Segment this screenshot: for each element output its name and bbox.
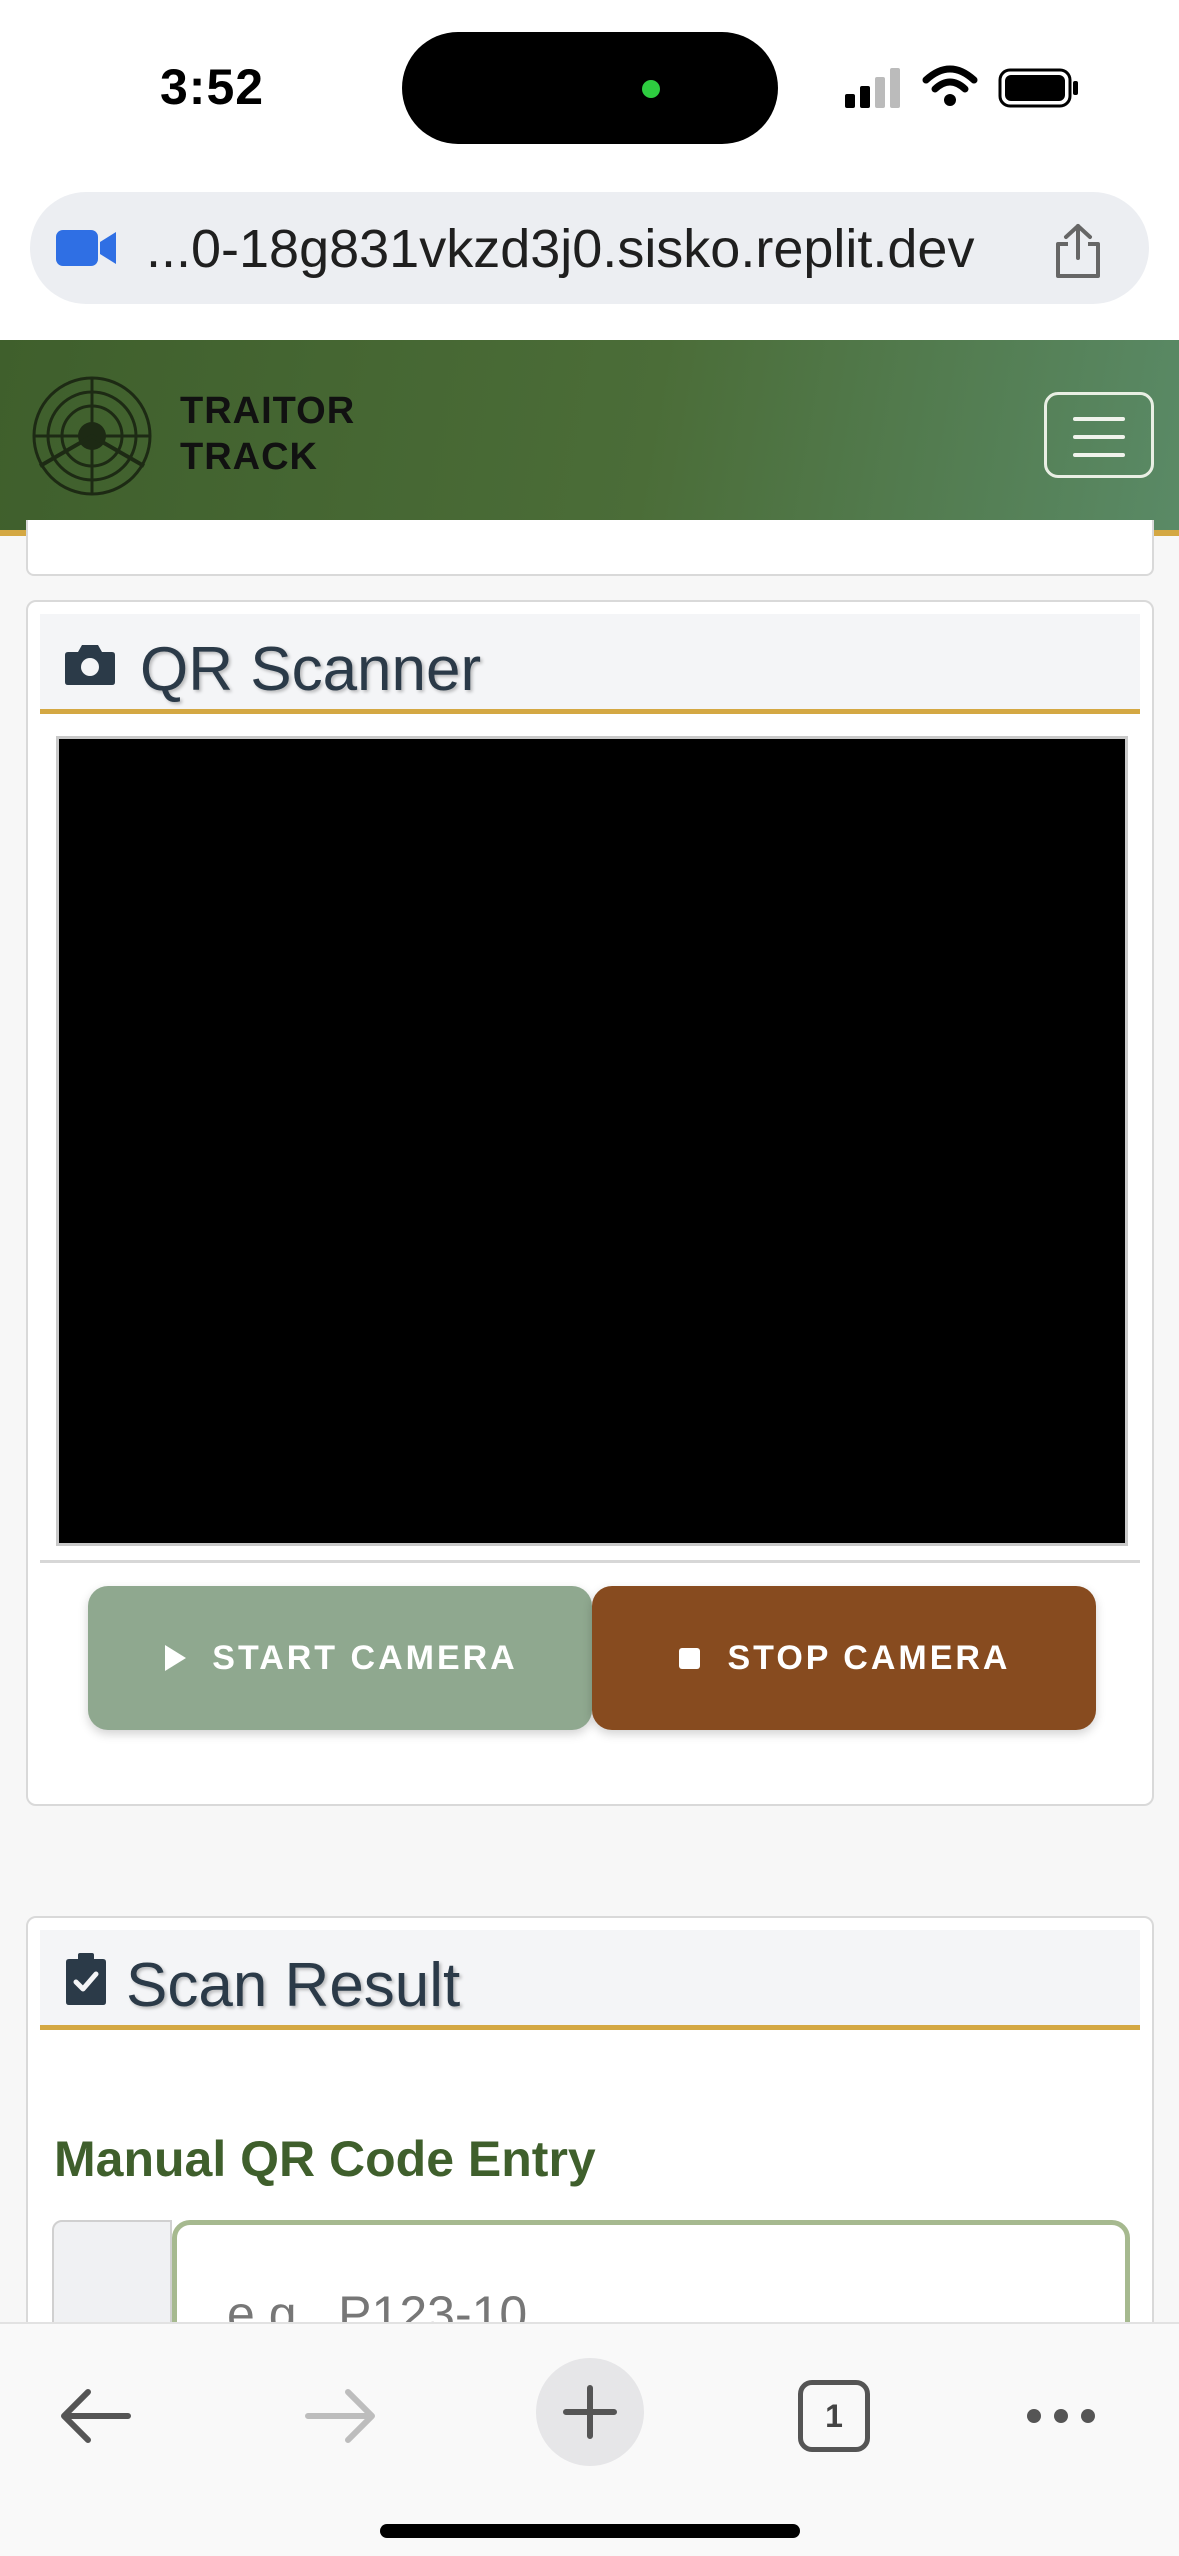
status-time: 3:52 — [160, 59, 265, 115]
forward-arrow-icon[interactable] — [304, 2386, 378, 2446]
qr-scanner-header: QR Scanner — [40, 614, 1140, 714]
hamburger-icon — [1073, 417, 1125, 421]
play-icon — [165, 1645, 187, 1671]
hamburger-icon-bar — [1073, 453, 1125, 457]
new-tab-button[interactable] — [536, 2358, 644, 2466]
share-icon[interactable] — [1050, 222, 1106, 280]
camera-video-preview — [56, 736, 1128, 1546]
home-indicator — [380, 2524, 800, 2538]
brand-line-2: TRACK — [180, 436, 318, 478]
stop-camera-label: STOP CAMERA — [727, 1638, 1011, 1677]
url-text[interactable]: ...0-18g831vkzd3j0.sisko.replit.dev — [146, 218, 974, 280]
qr-scanner-card: QR Scanner START CAMERA STOP CAMERA — [26, 600, 1154, 1806]
manual-entry-heading: Manual QR Code Entry — [54, 2131, 596, 2187]
tab-switcher-button[interactable]: 1 — [798, 2380, 870, 2452]
status-bar: 3:52 — [0, 0, 1179, 180]
stop-icon — [679, 1648, 701, 1669]
previous-card-bottom — [26, 520, 1154, 576]
clipboard-check-icon — [66, 1953, 106, 2005]
scan-result-title: Scan Result — [126, 1951, 461, 2020]
brand-line-1: TRAITOR — [180, 390, 356, 432]
browser-address-area: ...0-18g831vkzd3j0.sisko.replit.dev — [0, 180, 1179, 340]
browser-toolbar: 1 — [0, 2322, 1179, 2556]
qr-scanner-title: QR Scanner — [140, 635, 482, 704]
hamburger-icon-bar — [1073, 435, 1125, 439]
brand-name[interactable]: TRAITOR TRACK — [180, 388, 355, 480]
start-camera-button[interactable]: START CAMERA — [88, 1586, 592, 1730]
traitor-track-logo-icon[interactable] — [30, 374, 154, 498]
camera-in-use-icon — [56, 230, 116, 266]
stop-camera-button[interactable]: STOP CAMERA — [592, 1586, 1096, 1730]
address-bar[interactable]: ...0-18g831vkzd3j0.sisko.replit.dev — [30, 192, 1149, 304]
cellular-signal-icon — [845, 68, 900, 108]
back-arrow-icon[interactable] — [58, 2386, 132, 2446]
camera-icon — [65, 645, 115, 685]
start-camera-label: START CAMERA — [212, 1638, 518, 1677]
app-navbar: TRAITOR TRACK — [0, 340, 1179, 536]
camera-indicator-dot — [642, 80, 660, 98]
menu-toggle-button[interactable] — [1044, 392, 1154, 478]
wifi-icon — [922, 65, 978, 106]
battery-icon — [998, 68, 1078, 108]
more-options-icon[interactable] — [1024, 2404, 1098, 2428]
plus-icon — [563, 2385, 617, 2439]
divider — [40, 1560, 1140, 1563]
dynamic-island — [402, 32, 778, 144]
scan-result-header: Scan Result — [40, 1930, 1140, 2030]
